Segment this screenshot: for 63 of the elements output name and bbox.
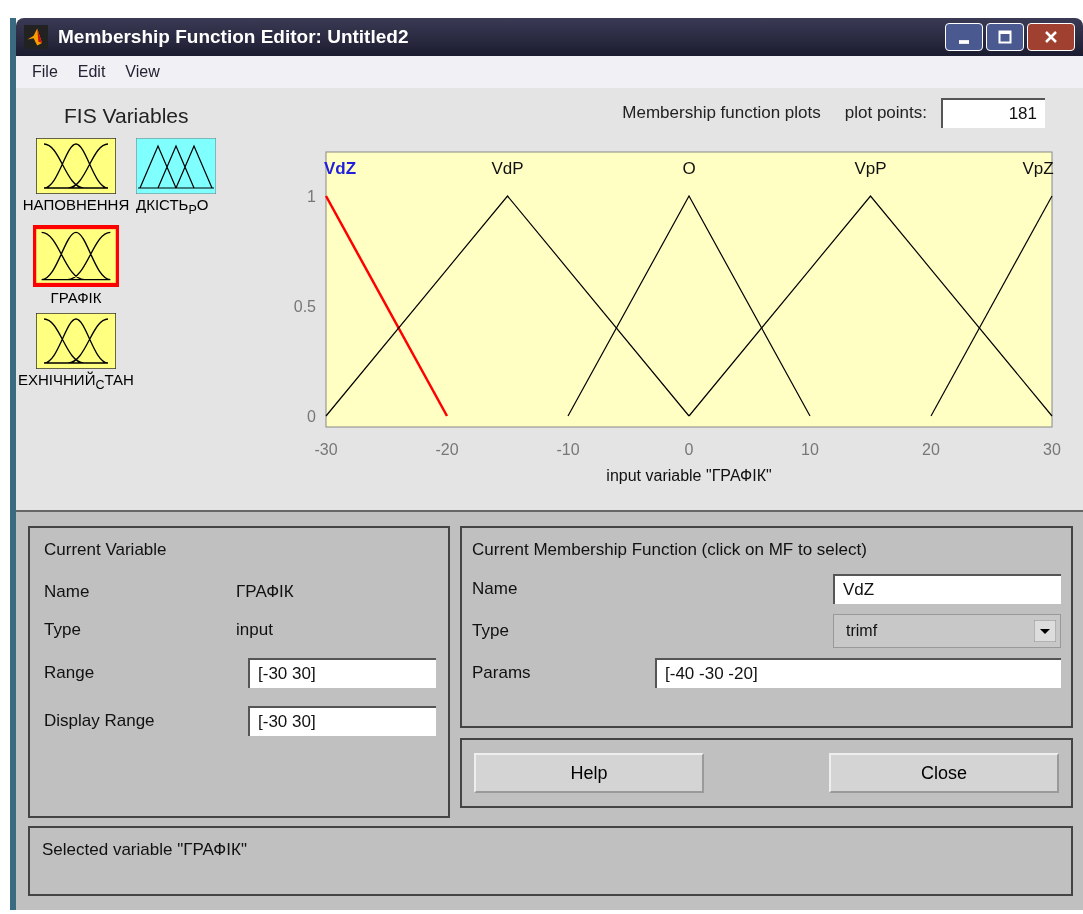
- plot-title: Membership function plots: [622, 103, 821, 123]
- variable-name: ГРАФІК: [235, 582, 295, 602]
- caret-icon: [1034, 620, 1056, 642]
- right-curve[interactable]: [930, 195, 1053, 417]
- type-dropdown[interactable]: trimf: [833, 614, 1061, 648]
- variable-label: ГРАФІК: [50, 288, 102, 308]
- y-tick-label: 1: [307, 188, 316, 205]
- mf-label[interactable]: VpZ: [1022, 159, 1054, 178]
- mf-label[interactable]: VdZ: [323, 159, 357, 178]
- push-button[interactable]: Close: [829, 753, 1059, 793]
- bell-curves-icon[interactable]: [36, 313, 116, 369]
- close-button[interactable]: [1027, 23, 1075, 51]
- panel-title: FIS Variables: [63, 104, 190, 128]
- second-curve[interactable]: [325, 195, 690, 417]
- x-axis-label: input variable "ГРАФІК": [606, 467, 772, 484]
- app-logo-icon: [24, 25, 48, 49]
- window-title: Membership Function Editor: Untitled2: [58, 26, 410, 48]
- mf-label[interactable]: O: [682, 159, 696, 178]
- plot-points-label: plot points:: [844, 103, 927, 123]
- bell-curves-icon[interactable]: [36, 138, 116, 194]
- x-tick-label: 20: [922, 441, 940, 458]
- bell-curves-icon[interactable]: [33, 225, 119, 287]
- minimize-button[interactable]: [945, 23, 983, 51]
- x-tick-label: 30: [1043, 441, 1061, 458]
- name-field[interactable]: VdZ: [833, 574, 1061, 604]
- variable-label: ДКІСТЬ$_{Р}$О: [136, 195, 209, 219]
- minimize-icon: [959, 40, 969, 44]
- x-tick-label: 0: [684, 441, 694, 458]
- plot-points-field[interactable]: 181: [941, 98, 1045, 128]
- left-curve[interactable]: [324, 195, 449, 417]
- menu-item[interactable]: Edit: [77, 63, 106, 81]
- field-label: Range: [44, 663, 96, 683]
- x-tick-label: -30: [314, 441, 338, 458]
- maximize-button[interactable]: [986, 23, 1024, 51]
- variable-label: НАПОВНЕННЯ: [22, 195, 130, 215]
- variable-label: ЕХНІЧНИЙ$_{С}$ТАН: [18, 370, 134, 394]
- maximize-icon: [998, 30, 1012, 44]
- range-field[interactable]: [-30 30]: [248, 658, 436, 688]
- y-tick-label: 0: [307, 408, 316, 425]
- field-label: Name: [472, 579, 518, 599]
- x-tick-label: 10: [801, 441, 819, 458]
- status-text: Selected variable "ГРАФІК": [42, 840, 247, 859]
- field-label: Name: [44, 582, 91, 602]
- mf-label[interactable]: VdP: [491, 159, 524, 178]
- field-label: Type: [44, 620, 82, 640]
- x-tick-label: -20: [435, 441, 459, 458]
- push-button[interactable]: Help: [474, 753, 704, 793]
- params-field[interactable]: [-40 -30 -20]: [655, 658, 1061, 688]
- field-label: Type: [472, 621, 509, 641]
- menu-item[interactable]: File: [32, 63, 58, 81]
- field-label: Params: [472, 663, 531, 683]
- variable-type: input: [235, 620, 274, 640]
- mf-label[interactable]: VpP: [854, 159, 887, 178]
- display-range-field[interactable]: [-30 30]: [248, 706, 436, 736]
- y-tick-label: 0.5: [293, 298, 316, 315]
- triangle-curves-icon[interactable]: [136, 138, 216, 194]
- panel-title: Current Membership Function (click on MF to select): [472, 540, 868, 560]
- close-icon: [1044, 30, 1058, 44]
- menu-item[interactable]: View: [125, 63, 160, 81]
- panel-title: Current Variable: [44, 540, 168, 560]
- x-tick-label: -10: [556, 441, 580, 458]
- field-label: Display Range: [44, 711, 156, 731]
- middle-curve[interactable]: [567, 194, 811, 417]
